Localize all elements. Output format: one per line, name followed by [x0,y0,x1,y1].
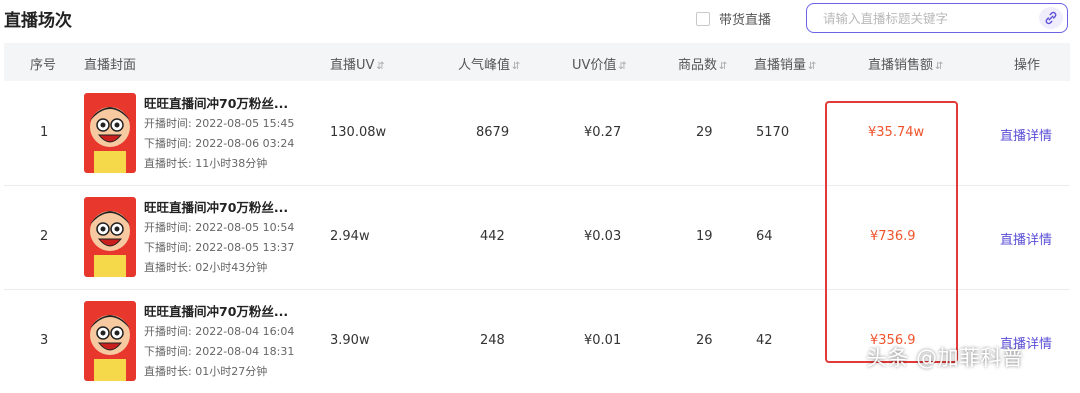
header-peak[interactable]: 人气峰值 ⇵ [458,54,520,73]
mascot-image [84,93,136,173]
end-time: 下播时间: 2022-08-06 03:24 [144,137,295,150]
watermark: 头条 @加菲科普 [866,346,1024,370]
sort-icon[interactable]: ⇵ [808,61,816,72]
header-sales-amount-label: 直播销售额 [868,58,934,73]
sort-icon[interactable]: ⇵ [618,61,626,72]
product-count: 29 [696,125,713,140]
header-sales-count[interactable]: 直播销量 ⇵ [754,54,816,73]
live-detail-link[interactable]: 直播详情 [1000,125,1052,144]
duration: 直播时长: 01小时27分钟 [144,365,268,378]
live-title[interactable]: 旺旺直播间冲70万粉丝... [144,301,288,320]
start-time: 开播时间: 2022-08-05 15:45 [144,117,295,130]
header-index: 序号 [30,58,57,73]
live-cover-thumbnail[interactable] [84,93,136,173]
row-index: 3 [40,333,49,348]
live-commerce-checkbox[interactable] [696,11,710,26]
sort-icon[interactable]: ⇵ [935,61,943,72]
start-time: 开播时间: 2022-08-05 10:54 [144,221,295,234]
uv-price: ¥0.01 [584,333,622,348]
sales-count: 5170 [756,125,790,140]
end-time: 下播时间: 2022-08-05 13:37 [144,241,295,254]
header-action: 操作 [1014,58,1041,73]
search-box [806,3,1068,33]
row-index: 1 [40,125,49,140]
header-sales-count-label: 直播销量 [754,58,807,73]
live-cover-thumbnail[interactable] [84,301,136,381]
search-button[interactable] [1039,7,1063,29]
header-products[interactable]: 商品数 ⇵ [678,54,727,73]
header-sales-amount[interactable]: 直播销售额 ⇵ [868,54,943,73]
uv-price: ¥0.27 [584,125,622,140]
header-uv-value[interactable]: UV价值 ⇵ [572,54,627,73]
peak-value: 248 [480,333,505,348]
top-bar: 直播场次 带货直播 [0,0,1080,38]
live-detail-link[interactable]: 直播详情 [1000,229,1052,248]
uv-value: 130.08w [330,125,387,140]
live-cover-thumbnail[interactable] [84,197,136,277]
mascot-image [84,301,136,381]
uv-price: ¥0.03 [584,229,622,244]
sort-icon[interactable]: ⇵ [376,61,384,72]
duration: 直播时长: 11小时38分钟 [144,157,268,170]
live-commerce-filter[interactable]: 带货直播 [696,9,771,28]
duration: 直播时长: 02小时43分钟 [144,261,268,274]
product-count: 19 [696,229,713,244]
sales-count: 42 [756,333,773,348]
end-time: 下播时间: 2022-08-04 18:31 [144,345,295,358]
live-title[interactable]: 旺旺直播间冲70万粉丝... [144,93,288,112]
sort-icon[interactable]: ⇵ [512,61,520,72]
search-input[interactable] [821,10,1025,27]
header-uv-value-label: UV价值 [572,58,617,73]
live-commerce-checkbox-label: 带货直播 [719,13,772,28]
header-products-label: 商品数 [678,58,718,73]
sort-icon[interactable]: ⇵ [719,61,727,72]
header-uv-label: 直播UV [330,58,375,73]
mascot-image [84,197,136,277]
uv-value: 3.90w [330,333,370,348]
header-cover: 直播封面 [84,58,137,73]
header-uv[interactable]: 直播UV ⇵ [330,54,385,73]
link-search-icon [1045,11,1057,25]
uv-value: 2.94w [330,229,370,244]
peak-value: 8679 [476,125,510,140]
page-title: 直播场次 [4,11,72,31]
product-count: 26 [696,333,713,348]
live-title[interactable]: 旺旺直播间冲70万粉丝... [144,197,288,216]
sales-amount-highlight-box [825,101,958,363]
sales-count: 64 [756,229,773,244]
peak-value: 442 [480,229,505,244]
row-index: 2 [40,229,49,244]
table-header: 序号 直播封面 直播UV ⇵ 人气峰值 ⇵ UV价值 ⇵ 商品数 ⇵ 直播销量 ⇵ 直播销… [4,43,1070,81]
start-time: 开播时间: 2022-08-04 16:04 [144,325,295,338]
header-peak-label: 人气峰值 [458,58,511,73]
